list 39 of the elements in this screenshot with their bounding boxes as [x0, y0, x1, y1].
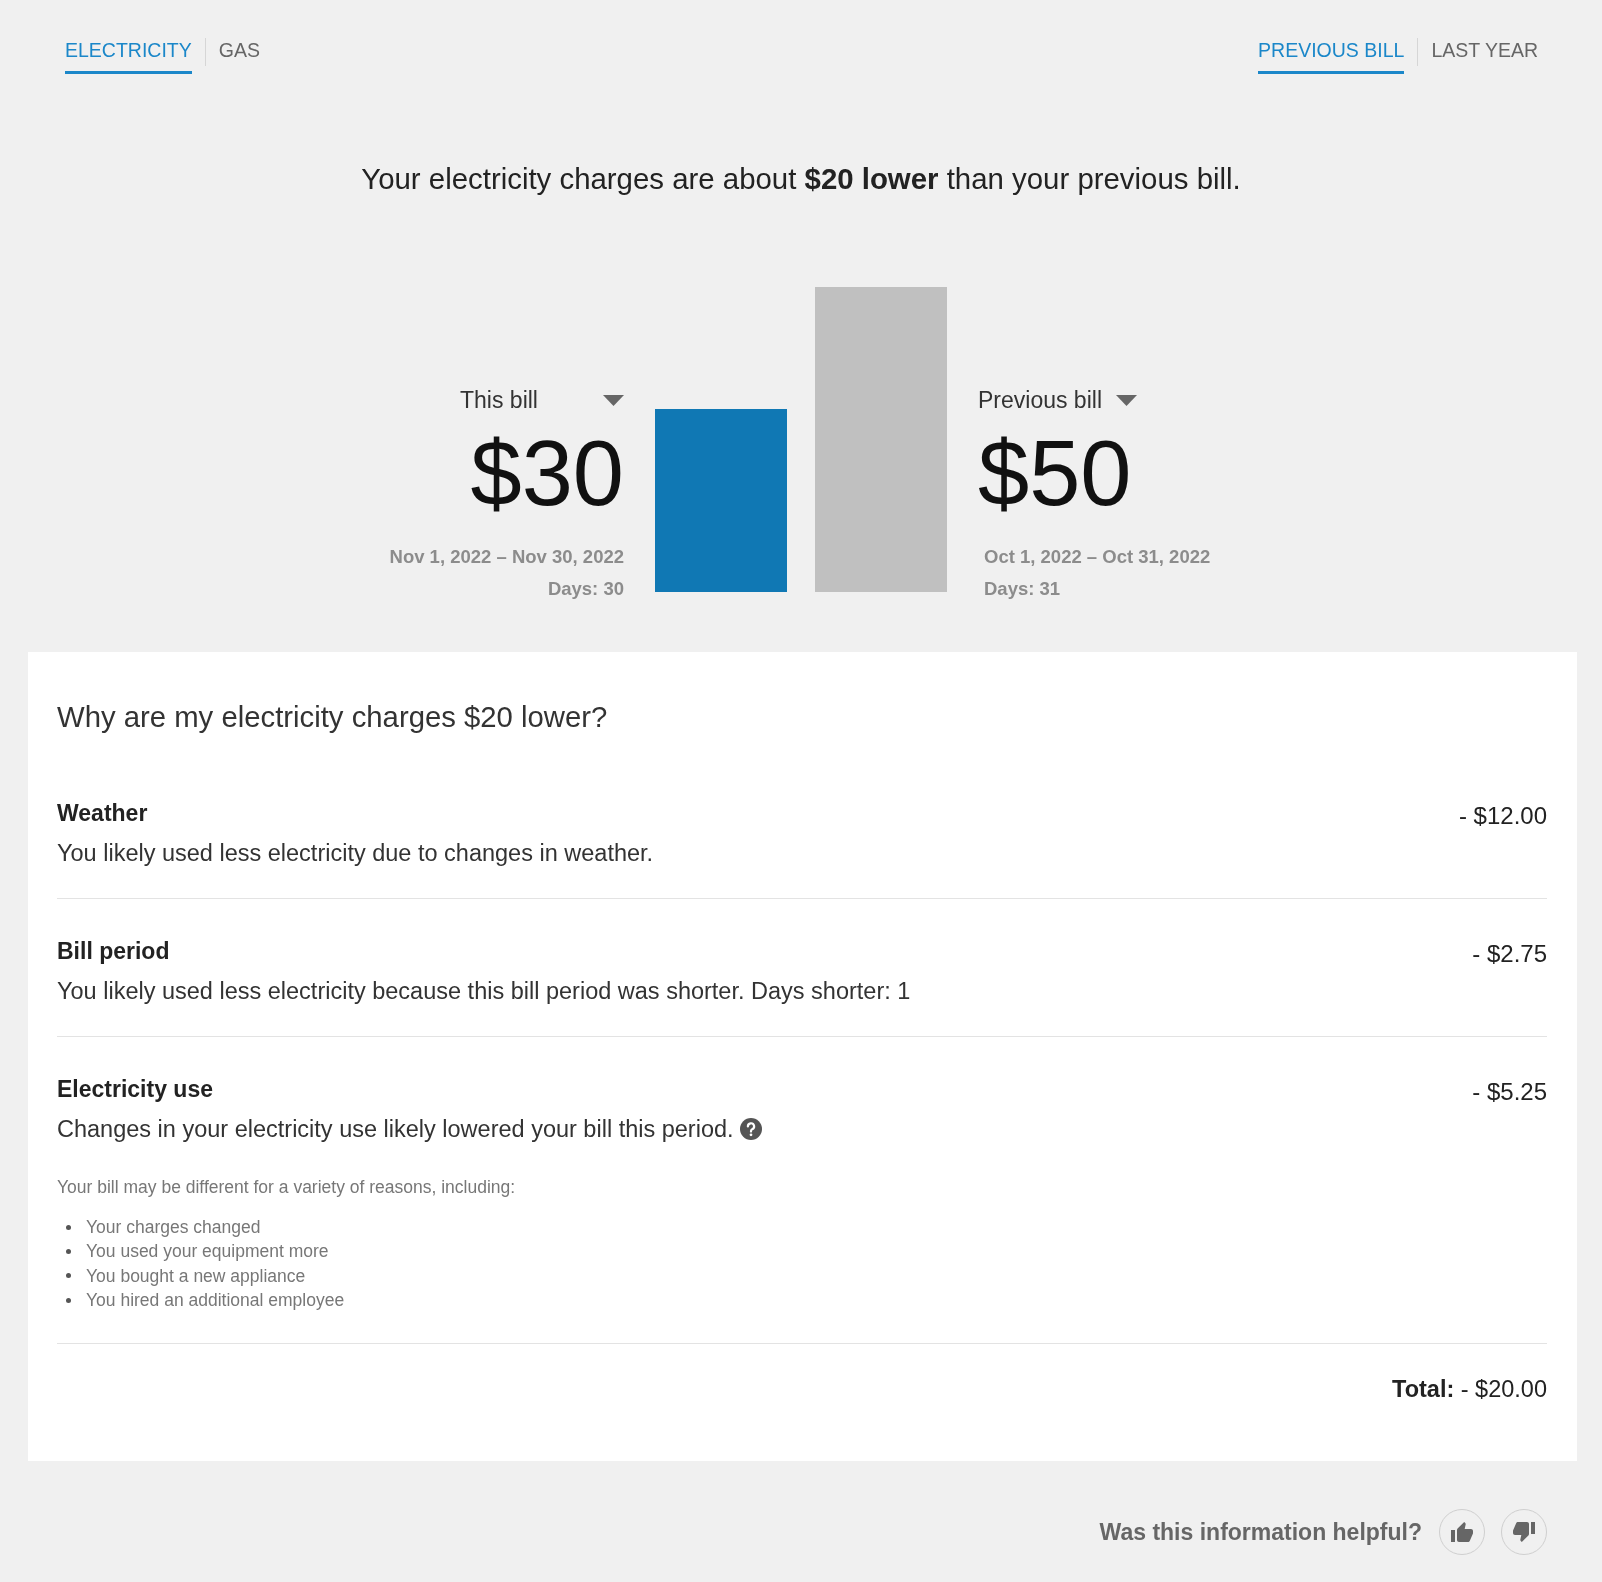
bill-period: Nov 1, 2022 – Nov 30, 2022 — [389, 546, 624, 568]
reason-title: Weather — [57, 799, 148, 827]
headline: Your electricity charges are about $20 lower than your previous bill. — [361, 162, 1241, 196]
reason-description: You likely used less electricity because this bill period was shorter. Days shorter: 1 — [57, 977, 911, 1005]
reason-title: Electricity use — [57, 1075, 213, 1103]
bill-days: Days: 30 — [547, 578, 624, 600]
feedback-question: Was this information helpful? — [1099, 1518, 1422, 1547]
bullet-icon — [66, 1297, 71, 1303]
tab[interactable]: ELECTRICITY — [65, 38, 192, 74]
help-icon[interactable] — [739, 1118, 762, 1140]
caret-icon — [603, 394, 624, 406]
bill-days: Days: 31 — [978, 578, 1061, 600]
thumbs-down-icon — [1513, 1522, 1535, 1543]
breakdown-heading: Why are my electricity charges $20 lower? — [57, 700, 608, 734]
tab[interactable]: PREVIOUS BILL — [1258, 38, 1405, 74]
reason-amount: - $5.25 — [1472, 1078, 1547, 1106]
bullet-icon — [66, 1224, 71, 1230]
caret-icon — [1116, 394, 1137, 406]
bullet-text: You hired an additional employee — [86, 1289, 345, 1313]
tab[interactable]: LAST YEAR — [1431, 38, 1538, 74]
tab[interactable]: GAS — [218, 38, 260, 74]
reason-description: You likely used less electricity due to changes in weather. — [57, 839, 654, 867]
bill-amount: $50 — [978, 427, 1132, 519]
bullet-icon — [66, 1273, 71, 1279]
reason-amount: - $12.00 — [1458, 802, 1547, 830]
reason-title: Bill period — [57, 937, 170, 965]
reason-amount: - $2.75 — [1472, 940, 1547, 968]
bullet-text: Your charges changed — [86, 1216, 261, 1240]
bullet-text: You bought a new appliance — [86, 1264, 306, 1288]
thumbs-up-icon — [1451, 1522, 1473, 1543]
bullet-text: You used your equipment more — [86, 1240, 329, 1264]
bill-period: Oct 1, 2022 – Oct 31, 2022 — [983, 546, 1211, 568]
bullet-icon — [66, 1248, 71, 1254]
reason-note: Your bill may be different for a variety of reasons, including: — [57, 1176, 516, 1198]
total-amount: Total: - $20.00 — [1392, 1375, 1547, 1404]
bill-dropdown[interactable]: This bill — [460, 386, 624, 414]
reason-description: Changes in your electricity use likely lowered your bill this period. — [57, 1115, 734, 1143]
bill-dropdown[interactable]: Previous bill — [978, 386, 1137, 414]
bill-amount: $30 — [470, 427, 624, 519]
